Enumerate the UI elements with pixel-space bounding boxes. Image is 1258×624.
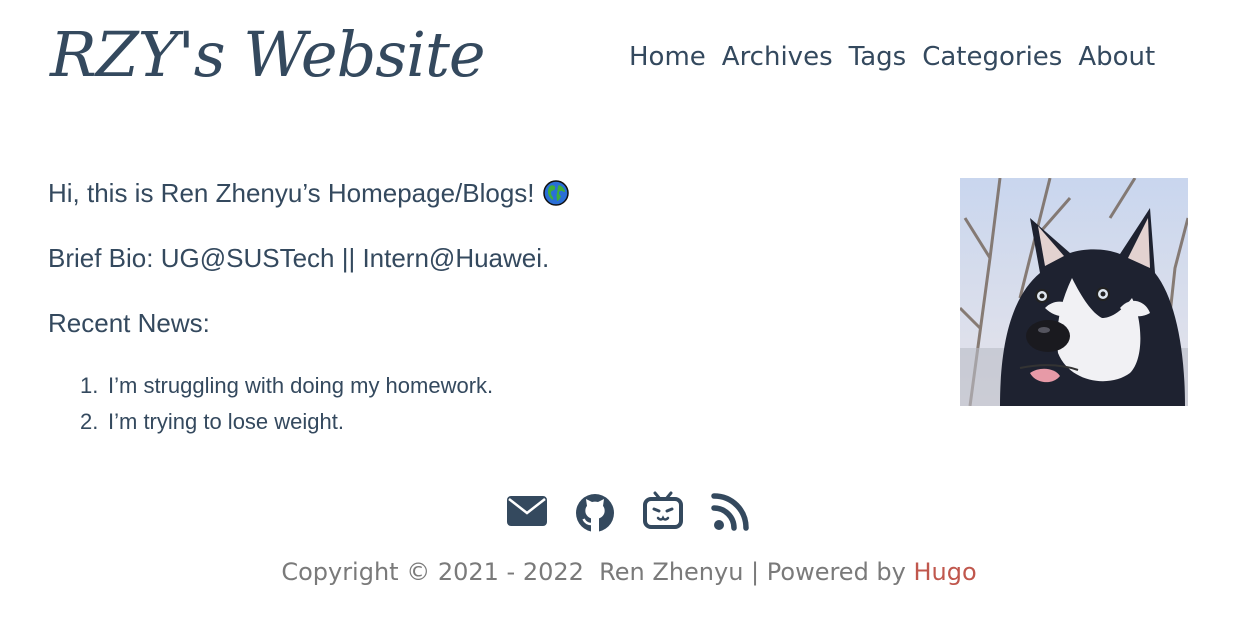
list-item-text: I’m trying to lose weight. <box>108 408 344 434</box>
github-icon[interactable] <box>574 490 616 532</box>
bilibili-icon[interactable] <box>642 490 684 532</box>
nav-home[interactable]: Home <box>629 42 706 73</box>
footer: Copyright © 2021 - 2022 Ren Zhenyu | Pow… <box>0 558 1258 586</box>
main-content: Hi, this is Ren Zhenyu’s Homepage/Blogs!… <box>48 178 908 446</box>
list-item-text: I’m struggling with doing my homework. <box>108 372 494 398</box>
nav-categories[interactable]: Categories <box>922 42 1062 73</box>
intro-line: Hi, this is Ren Zhenyu’s Homepage/Blogs! <box>48 178 908 209</box>
main-nav: Home Archives Tags Categories About <box>629 42 1155 73</box>
news-heading: Recent News: <box>48 308 210 339</box>
rss-icon[interactable] <box>710 490 752 532</box>
globe-icon <box>542 180 569 206</box>
news-list: 1. I’m struggling with doing my homework.… <box>48 368 908 440</box>
intro-text: Hi, this is Ren Zhenyu’s Homepage/Blogs! <box>48 178 535 208</box>
mail-icon[interactable] <box>506 490 548 532</box>
list-item-number: 1. <box>80 372 99 398</box>
hugo-link[interactable]: Hugo <box>914 558 977 586</box>
nav-archives[interactable]: Archives <box>722 42 833 73</box>
avatar <box>960 178 1188 406</box>
husky-dog-photo <box>960 178 1188 406</box>
copyright-text: Copyright © 2021 - 2022 Ren Zhenyu | Pow… <box>281 558 914 586</box>
list-item-number: 2. <box>80 408 99 434</box>
list-item: 1. I’m struggling with doing my homework. <box>48 368 908 404</box>
bio-text: Brief Bio: UG@SUSTech || Intern@Huawei. <box>48 243 550 274</box>
social-links <box>0 490 1258 532</box>
list-item: 2. I’m trying to lose weight. <box>48 404 908 440</box>
nav-tags[interactable]: Tags <box>849 42 907 73</box>
nav-about[interactable]: About <box>1078 42 1155 73</box>
site-title[interactable]: RZY's Website <box>50 24 486 86</box>
